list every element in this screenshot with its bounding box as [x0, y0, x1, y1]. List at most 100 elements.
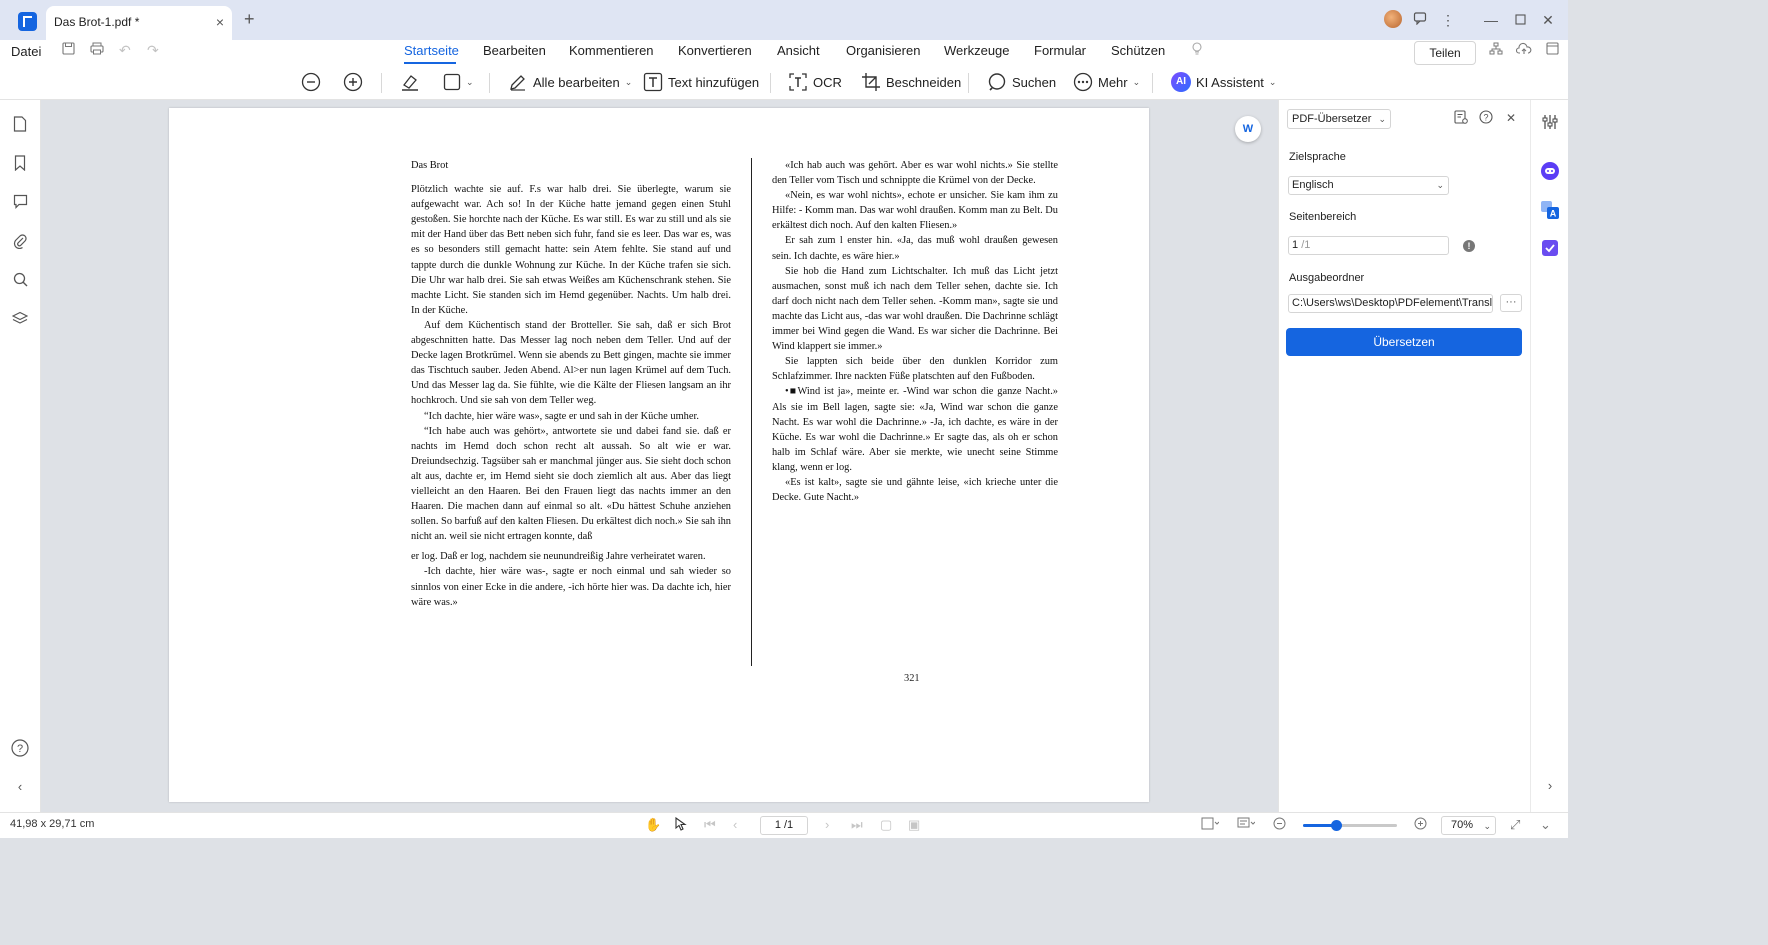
zoom-slider-handle[interactable]	[1331, 820, 1343, 831]
tab-bearbeiten[interactable]: Bearbeiten	[483, 43, 546, 58]
previous-page-icon[interactable]: ‹	[733, 817, 737, 832]
network-icon[interactable]	[1489, 42, 1503, 58]
document-heading: Das Brot	[411, 160, 449, 171]
app-logo-icon	[18, 12, 37, 31]
page-indicator[interactable]: 1 /1	[760, 816, 808, 835]
tab-ansicht[interactable]: Ansicht	[777, 43, 820, 58]
close-panel-icon[interactable]: ✕	[1503, 110, 1519, 126]
reading-mode-icon[interactable]	[1237, 817, 1256, 833]
cloud-upload-icon[interactable]	[1515, 42, 1532, 58]
paragraph: «Es ist kalt», sagte sie und gähnte leis…	[772, 476, 1058, 504]
help-icon[interactable]: ?	[11, 739, 29, 757]
page-thumbnails-icon[interactable]	[11, 116, 29, 134]
zoom-select[interactable]: 70% ⌄	[1441, 816, 1496, 835]
tab-konvertieren[interactable]: Konvertieren	[678, 43, 752, 58]
separator	[1152, 73, 1153, 93]
tab-organisieren[interactable]: Organisieren	[846, 43, 920, 58]
text-box-icon	[643, 72, 663, 92]
search-button[interactable]: Suchen	[987, 71, 1056, 93]
ai-chat-icon[interactable]	[1540, 161, 1560, 181]
redo-icon[interactable]: ↷	[147, 42, 159, 59]
tool-select-value: PDF-Übersetzer	[1292, 113, 1372, 125]
paragraph: Auf dem Küchentisch stand der Brotteller…	[411, 319, 731, 407]
translate-icon[interactable]: A	[1540, 200, 1560, 220]
info-icon[interactable]: !	[1463, 240, 1475, 252]
page-range-input[interactable]: 1 /1	[1288, 236, 1449, 255]
select-tool-icon[interactable]	[674, 816, 687, 834]
toolbar: ⌄ Alle bearbeiten ⌄ Text hinzufügen OCR …	[0, 66, 1568, 100]
target-language-select[interactable]: Englisch ⌄	[1288, 176, 1449, 195]
hand-tool-icon[interactable]: ✋	[645, 817, 661, 833]
text-column-left: Das Brot Plötzlich wachte sie auf. F.s w…	[411, 158, 731, 610]
status-menu-icon[interactable]: ⌄	[1540, 817, 1551, 833]
message-icon[interactable]	[1410, 10, 1430, 30]
tab-werkzeuge[interactable]: Werkzeuge	[944, 43, 1010, 58]
fit-page-icon[interactable]: ▢	[880, 817, 892, 833]
active-tab-indicator	[404, 62, 456, 64]
document-settings-icon[interactable]	[1453, 110, 1469, 126]
browse-folder-button[interactable]: ···	[1500, 294, 1522, 312]
crop-button[interactable]: Beschneiden	[861, 71, 961, 93]
last-page-icon[interactable]: ⏭	[851, 817, 863, 833]
tab-close-icon[interactable]: ×	[216, 14, 224, 30]
avatar[interactable]	[1384, 10, 1402, 28]
comment-icon[interactable]	[11, 194, 29, 212]
tab-formular[interactable]: Formular	[1034, 43, 1086, 58]
close-icon[interactable]: ✕	[1538, 10, 1558, 30]
shape-button[interactable]: ⌄	[443, 71, 474, 93]
collapse-left-icon[interactable]: ‹	[11, 778, 29, 796]
page-range-total: /1	[1301, 239, 1311, 251]
paragraph: “Ich habe auch was gehört», antwortete s…	[411, 425, 731, 543]
minimize-icon[interactable]: —	[1481, 10, 1501, 30]
undo-icon[interactable]: ↶	[119, 42, 131, 59]
tool-select[interactable]: PDF-Übersetzer ⌄	[1287, 109, 1391, 129]
add-text-button[interactable]: Text hinzufügen	[643, 71, 759, 93]
ai-assistant-button[interactable]: AI KI Assistent ⌄	[1171, 71, 1276, 93]
tab-startseite[interactable]: Startseite	[404, 43, 459, 58]
tab-schuetzen[interactable]: Schützen	[1111, 43, 1165, 58]
fullscreen-icon[interactable]: ⤢	[1510, 817, 1520, 833]
translate-button[interactable]: Übersetzen	[1286, 328, 1522, 356]
highlight-button[interactable]	[400, 71, 420, 93]
bookmark-icon[interactable]	[11, 155, 29, 173]
next-page-icon[interactable]: ›	[825, 817, 829, 832]
new-tab-icon[interactable]: +	[244, 9, 255, 30]
attachment-icon[interactable]	[11, 233, 29, 251]
page-layout-icon[interactable]	[1201, 817, 1220, 833]
checklist-icon[interactable]	[1540, 239, 1560, 259]
more-button[interactable]: Mehr ⌄	[1073, 71, 1140, 93]
properties-icon[interactable]	[1540, 114, 1560, 134]
print-icon[interactable]	[90, 42, 104, 58]
zoom-out-icon[interactable]	[1273, 817, 1286, 833]
more-vertical-icon[interactable]: ⋮	[1438, 10, 1458, 30]
save-icon[interactable]	[62, 42, 75, 58]
zoom-in-button[interactable]	[343, 71, 363, 93]
zoom-out-icon	[301, 72, 321, 92]
tab-kommentieren[interactable]: Kommentieren	[569, 43, 654, 58]
zoom-slider[interactable]	[1303, 820, 1397, 831]
file-menu[interactable]: Datei	[11, 44, 41, 59]
paragraph: er log. Daß er log, nachdem sie neunundr…	[411, 551, 706, 563]
help-icon[interactable]: ?	[1478, 110, 1494, 126]
paragraph: Plötzlich wachte sie auf. F.s war halb d…	[411, 184, 731, 316]
panel-toggle-icon[interactable]	[1546, 42, 1559, 58]
zoom-in-icon[interactable]	[1414, 817, 1427, 833]
edit-all-button[interactable]: Alle bearbeiten ⌄	[508, 71, 632, 93]
fit-width-icon[interactable]: ▣	[908, 817, 920, 833]
more-label: Mehr	[1098, 74, 1128, 90]
title-bar: Das Brot-1.pdf * × + ⋮ — ✕	[0, 0, 1568, 40]
separator	[968, 73, 969, 93]
maximize-icon[interactable]	[1510, 10, 1530, 30]
output-folder-input[interactable]: C:\Users\ws\Desktop\PDFelement\Translat	[1288, 294, 1493, 313]
translate-float-button[interactable]: W	[1235, 116, 1261, 142]
lightbulb-icon[interactable]	[1191, 42, 1203, 59]
share-button[interactable]: Teilen	[1414, 41, 1476, 65]
collapse-right-icon[interactable]: ›	[1540, 776, 1560, 796]
first-page-icon[interactable]: ⏮	[704, 817, 716, 833]
search-icon[interactable]	[11, 272, 29, 290]
document-tab[interactable]: Das Brot-1.pdf * ×	[46, 6, 232, 40]
layers-icon[interactable]	[11, 311, 29, 329]
ocr-button[interactable]: OCR	[788, 71, 842, 93]
zoom-out-button[interactable]	[301, 71, 321, 93]
paragraph: Er sah zum l enster hin. «Ja, das muß wo…	[772, 235, 1058, 262]
